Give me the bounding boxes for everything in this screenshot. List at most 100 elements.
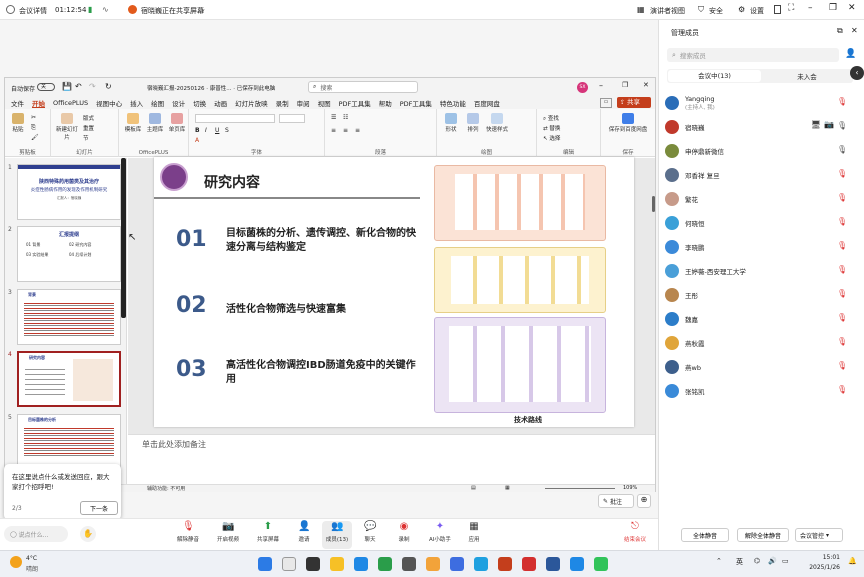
share-button[interactable]: ⇪ 共享 bbox=[617, 97, 651, 108]
hand-icon[interactable]: ✋ bbox=[80, 526, 96, 542]
menu-view[interactable]: 视图 bbox=[318, 98, 331, 108]
mic-off-icon[interactable]: 🎙 bbox=[837, 217, 847, 227]
member-row[interactable]: 何晓恒 🎙 bbox=[665, 212, 861, 234]
member-row[interactable]: 燕wb 🎙 bbox=[665, 356, 861, 378]
slide-scrollbar[interactable] bbox=[652, 196, 655, 212]
quick-styles-button[interactable]: 快速样式 bbox=[485, 113, 509, 133]
mic-off-icon[interactable]: 🎙 bbox=[837, 241, 847, 251]
menu-record[interactable]: 录制 bbox=[276, 98, 289, 108]
member-row[interactable]: 燕秋霞 🎙 bbox=[665, 332, 861, 354]
volume-icon[interactable]: 🔊 bbox=[768, 557, 777, 565]
chevron-up-icon[interactable]: ⌃ bbox=[716, 557, 722, 565]
menu-file[interactable]: 文件 bbox=[11, 98, 24, 108]
menu-home[interactable]: 开始 bbox=[32, 98, 45, 108]
mic-off-icon[interactable]: 🎙 bbox=[837, 289, 847, 299]
comments-button[interactable]: ✎ 批注 bbox=[598, 494, 634, 508]
weather-desc[interactable]: 晴朗 bbox=[26, 564, 38, 573]
menu-officeplus[interactable]: OfficePLUS bbox=[53, 99, 88, 107]
theme-button[interactable]: 主题库 bbox=[145, 113, 165, 133]
input-lang[interactable]: 英 bbox=[736, 557, 743, 567]
chat-input[interactable]: ◯ 说点什么... bbox=[4, 526, 68, 542]
thumbnail-scrollbar[interactable] bbox=[121, 158, 126, 318]
weather-sun-icon[interactable] bbox=[10, 556, 22, 568]
security-button[interactable]: 安全 bbox=[709, 6, 723, 16]
minimize-icon[interactable]: – bbox=[808, 3, 813, 13]
app-icon[interactable] bbox=[474, 557, 488, 571]
close-icon[interactable]: ✕ bbox=[848, 3, 856, 13]
menu-slideshow[interactable]: 幻灯片放映 bbox=[235, 98, 268, 108]
align-right-icon[interactable]: ≡ bbox=[355, 127, 360, 134]
speaker-view-button[interactable]: 演讲者视图 bbox=[650, 6, 685, 16]
redo-icon[interactable]: ↷ bbox=[89, 82, 96, 91]
clock-date[interactable]: 2025/1/26 bbox=[802, 564, 840, 571]
user-avatar[interactable]: SX bbox=[577, 82, 588, 93]
speaker-view-icon[interactable]: ▦ bbox=[637, 5, 645, 14]
menu-transitions[interactable]: 切换 bbox=[193, 98, 206, 108]
stats-icon[interactable]: ∿ bbox=[102, 5, 109, 14]
member-row[interactable]: 宿晓巍 🖥 📷 🎙 bbox=[665, 116, 861, 138]
notes-pane[interactable]: 单击此处添加备注 bbox=[128, 434, 655, 484]
chat-button[interactable]: 💬 聊天 bbox=[356, 521, 384, 543]
slide-thumbnail-3[interactable]: 背景 bbox=[17, 289, 121, 345]
member-row[interactable]: 张铭凯 🎙 bbox=[665, 380, 861, 402]
edge-icon[interactable] bbox=[354, 557, 368, 571]
replace-button[interactable]: ⇄ 替换 bbox=[543, 124, 560, 132]
section-button[interactable]: 节 bbox=[83, 134, 89, 142]
member-row[interactable]: 申停鼎新微信 🎙 bbox=[665, 140, 861, 162]
weather-temp[interactable]: 4°C bbox=[26, 555, 37, 562]
pdf-icon[interactable] bbox=[522, 557, 536, 571]
notes-view-icon[interactable]: ▤ bbox=[471, 485, 476, 491]
reset-button[interactable]: 重置 bbox=[83, 124, 94, 132]
collapse-panel-icon[interactable]: ‹ bbox=[850, 66, 864, 80]
italic-icon[interactable]: I bbox=[205, 127, 207, 134]
gear-icon[interactable]: ⚙ bbox=[738, 5, 745, 14]
undo-icon[interactable]: ↶ bbox=[75, 82, 82, 91]
layout-button[interactable]: 版式 bbox=[83, 114, 94, 122]
info-icon[interactable] bbox=[6, 5, 15, 14]
menu-pdf-tools[interactable]: PDF工具集 bbox=[339, 98, 371, 108]
store-icon[interactable] bbox=[402, 557, 416, 571]
mic-off-icon[interactable]: 🎙 bbox=[837, 385, 847, 395]
record-button[interactable]: ◉ 录制 bbox=[390, 521, 418, 543]
paste-button[interactable]: 粘贴 bbox=[9, 113, 27, 133]
numbering-icon[interactable]: ☷ bbox=[343, 114, 348, 121]
powerpoint-icon[interactable] bbox=[498, 557, 512, 571]
app-icon[interactable] bbox=[570, 557, 584, 571]
mic-off-icon[interactable]: 🎙 bbox=[837, 361, 847, 371]
zoom-icon[interactable]: ⊕ bbox=[637, 494, 651, 508]
menu-pdf-tools-2[interactable]: PDF工具集 bbox=[400, 98, 432, 108]
menu-draw[interactable]: 绘图 bbox=[151, 98, 164, 108]
member-row[interactable]: 王婷薇-西安理工大学 🎙 bbox=[665, 260, 861, 282]
slide-thumbnail-4[interactable]: 研究内容 bbox=[17, 351, 121, 407]
close-icon[interactable]: ✕ bbox=[643, 81, 649, 89]
member-row[interactable]: 魏嘉 🎙 bbox=[665, 308, 861, 330]
task-view-icon[interactable] bbox=[306, 557, 320, 571]
menu-animations[interactable]: 动画 bbox=[214, 98, 227, 108]
underline-icon[interactable]: U bbox=[215, 127, 219, 134]
apps-button[interactable]: ▦ 应用 bbox=[460, 521, 488, 543]
clock-time[interactable]: 15:01 bbox=[812, 554, 840, 561]
end-meeting-button[interactable]: ⎋ 结束会议 bbox=[618, 521, 652, 543]
zoom-level[interactable]: 109% bbox=[623, 485, 637, 491]
battery-icon[interactable]: ▭ bbox=[782, 557, 789, 565]
find-button[interactable]: ⌕ 查找 bbox=[543, 114, 559, 123]
member-row[interactable]: 邓香祥 复旦 🎙 bbox=[665, 164, 861, 186]
slide-thumbnail-1[interactable]: 陕西特殊药用菌类及其治疗 炎症性肠病作用的发现及作用机制研究 汇报人：宿晓巍 bbox=[17, 164, 121, 220]
menu-review[interactable]: 审阅 bbox=[297, 98, 310, 108]
template-button[interactable]: 模板库 bbox=[123, 113, 143, 133]
refresh-icon[interactable]: ↻ bbox=[105, 82, 112, 91]
shield-icon[interactable]: ⛉ bbox=[698, 5, 704, 15]
font-family-select[interactable] bbox=[195, 114, 275, 123]
member-row[interactable]: Yangqing (主持人, 我) 🎙 bbox=[665, 92, 861, 114]
mic-off-icon[interactable]: 🎙 bbox=[837, 337, 847, 347]
unmute-all-button[interactable]: 解除全体静音 bbox=[737, 528, 789, 542]
restore-icon[interactable]: ❐ bbox=[622, 81, 628, 89]
add-member-icon[interactable]: 👤 bbox=[845, 49, 856, 59]
new-slide-button[interactable]: 新建幻灯片 bbox=[55, 113, 79, 141]
minimize-icon[interactable]: – bbox=[599, 81, 603, 90]
share-screen-button[interactable]: ⬆ 共享屏幕 bbox=[254, 521, 282, 543]
member-search-input[interactable]: ⌕ 搜索成员 bbox=[667, 48, 839, 62]
windows-start-icon[interactable] bbox=[258, 557, 272, 571]
font-size-select[interactable] bbox=[279, 114, 305, 123]
start-video-button[interactable]: 📷 开启视频 bbox=[214, 521, 242, 543]
